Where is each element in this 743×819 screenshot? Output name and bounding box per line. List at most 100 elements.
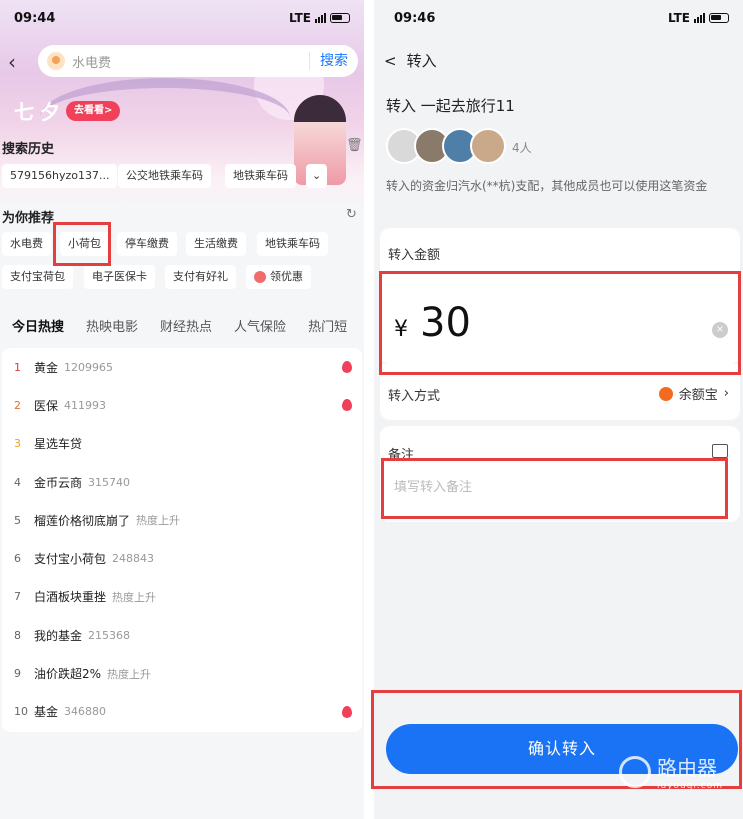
- router-logo-icon: [618, 755, 651, 788]
- rank-number: 2: [14, 398, 21, 412]
- transfer-target: 转入 一起去旅行11: [386, 97, 515, 115]
- trash-icon[interactable]: 🗑: [346, 138, 363, 153]
- method-label: 转入方式: [388, 389, 441, 404]
- transfer-description: 转入的资金归汽水(**杭)支配，其他成员也可以使用这笔资金: [386, 179, 708, 193]
- chevron-right-icon: ›: [723, 386, 729, 401]
- refresh-icon[interactable]: ↻: [346, 207, 357, 222]
- yuebao-icon: [658, 386, 673, 401]
- item-title: 白酒板块重挫: [34, 590, 107, 605]
- item-title: 医保: [34, 398, 59, 413]
- item-title: 金币云商: [34, 475, 83, 490]
- recommend-chip[interactable]: 支付宝荷包: [2, 265, 73, 289]
- recommend-chip[interactable]: 生活缴费: [186, 232, 246, 256]
- list-item[interactable]: 9 油价跌超2% 热度上升: [2, 654, 362, 692]
- search-history-title: 搜索历史: [2, 142, 55, 157]
- watermark: 路由器 luyouqi.com: [618, 752, 723, 791]
- rank-number: 8: [14, 628, 21, 642]
- item-meta: 热度上升: [107, 667, 152, 681]
- rank-number: 9: [14, 667, 21, 681]
- list-item[interactable]: 3 星选车贷: [2, 425, 362, 463]
- recommend-chip-coupon[interactable]: 领优惠: [246, 265, 311, 289]
- history-chip[interactable]: 579156hyzo137...: [2, 164, 118, 188]
- status-time: 09:44: [14, 10, 56, 26]
- status-bar: 09:44 LTE: [0, 0, 364, 36]
- tab-short[interactable]: 热门短: [308, 306, 347, 344]
- item-meta: 411993: [64, 398, 107, 412]
- item-title: 榴莲价格彻底崩了: [34, 513, 131, 528]
- list-item[interactable]: 4 金币云商 315740: [2, 463, 362, 501]
- item-title: 星选车贷: [34, 437, 83, 452]
- rank-number: 5: [14, 513, 21, 527]
- fire-icon: [342, 361, 352, 373]
- list-item[interactable]: 6 支付宝小荷包 248843: [2, 539, 362, 577]
- search-mascot-icon: [47, 52, 65, 70]
- rank-number: 1: [14, 360, 21, 374]
- signal-icon: [694, 13, 705, 23]
- recommend-chip[interactable]: 支付有好礼: [165, 265, 236, 289]
- hot-search-list: 1 黄金 1209965 2 医保 411993 3 星选车贷 4 金币云商 315740 5…: [2, 348, 362, 732]
- expand-history-button[interactable]: ⌄: [306, 164, 328, 188]
- status-bar: 09:46 LTE: [374, 0, 743, 36]
- search-bar[interactable]: 水电费 搜索: [38, 45, 358, 77]
- search-input[interactable]: 水电费: [72, 52, 309, 71]
- member-count: 4人: [512, 141, 532, 155]
- list-item[interactable]: 2 医保 411993: [2, 386, 362, 424]
- member-avatars[interactable]: [386, 128, 506, 164]
- rank-number: 3: [14, 437, 21, 451]
- recommend-title: 为你推荐: [2, 211, 55, 226]
- rank-number: 10: [14, 705, 28, 719]
- list-item[interactable]: 5 榴莲价格彻底崩了 热度上升: [2, 501, 362, 539]
- back-chevron-icon[interactable]: <: [384, 52, 397, 70]
- watermark-title: 路由器: [656, 756, 717, 780]
- history-chip[interactable]: 地铁乘车码: [225, 164, 296, 188]
- list-item[interactable]: 8 我的基金 215368: [2, 616, 362, 654]
- item-meta: 315740: [88, 475, 131, 489]
- go-see-button[interactable]: 去看看>: [66, 101, 121, 121]
- recommend-chip[interactable]: 停车缴费: [117, 232, 177, 256]
- battery-icon: [330, 13, 350, 23]
- rank-number: 4: [14, 475, 21, 489]
- coupon-icon: [254, 271, 266, 283]
- recommend-chip[interactable]: 水电费: [2, 232, 51, 256]
- recommend-chip[interactable]: 地铁乘车码: [257, 232, 328, 256]
- image-icon[interactable]: [712, 444, 728, 458]
- item-title: 黄金: [34, 360, 59, 375]
- network-label: LTE: [288, 11, 311, 25]
- rank-number: 6: [14, 552, 21, 566]
- list-item[interactable]: 1 黄金 1209965: [2, 348, 362, 386]
- status-indicators: LTE: [668, 11, 729, 25]
- list-item[interactable]: 10 基金 346880: [2, 693, 362, 731]
- status-indicators: LTE: [289, 11, 350, 25]
- signal-icon: [315, 13, 326, 23]
- battery-icon: [709, 13, 729, 23]
- method-value: 余额宝: [678, 388, 718, 403]
- page-title: 转入: [406, 52, 437, 70]
- watermark-text: 路由器 luyouqi.com: [657, 752, 723, 791]
- list-item[interactable]: 7 白酒板块重挫 热度上升: [2, 578, 362, 616]
- fire-icon: [342, 705, 352, 718]
- tab-movies[interactable]: 热映电影: [86, 306, 138, 344]
- item-title: 支付宝小荷包: [34, 552, 107, 567]
- item-title: 基金: [34, 705, 59, 720]
- method-selector[interactable]: 余额宝 ›: [658, 384, 729, 403]
- search-screen: 09:44 LTE ‹ 水电费 搜索 七夕 去看看> 搜索历史 🗑 579156…: [0, 0, 364, 819]
- status-time: 09:46: [394, 10, 436, 26]
- search-button[interactable]: 搜索: [309, 52, 358, 70]
- history-chip[interactable]: 公交地铁乘车码: [118, 164, 211, 188]
- back-chevron-icon[interactable]: ‹: [8, 50, 16, 74]
- highlight-box-amount: [379, 271, 741, 375]
- recommend-chip[interactable]: 电子医保卡: [84, 265, 155, 289]
- network-label: LTE: [667, 11, 690, 25]
- tab-finance[interactable]: 财经热点: [160, 306, 212, 344]
- avatar: [470, 128, 506, 164]
- tab-insurance[interactable]: 人气保险: [234, 306, 286, 344]
- nav-header: < 转入: [384, 50, 437, 71]
- festival-title: 七夕: [14, 100, 66, 124]
- tab-today-hot[interactable]: 今日热搜: [12, 306, 64, 344]
- item-title: 油价跌超2%: [34, 667, 102, 682]
- item-meta: 热度上升: [112, 590, 157, 604]
- item-meta: 248843: [112, 552, 155, 566]
- highlight-box-note: [381, 458, 728, 519]
- coupon-label: 领优惠: [270, 270, 303, 283]
- amount-label: 转入金额: [388, 248, 441, 263]
